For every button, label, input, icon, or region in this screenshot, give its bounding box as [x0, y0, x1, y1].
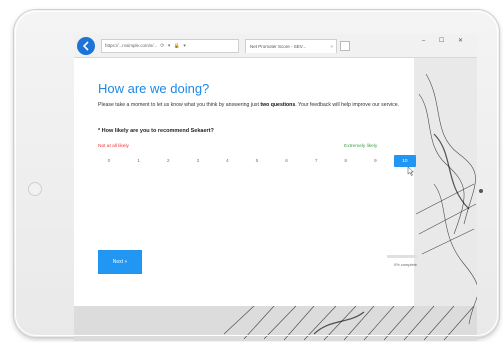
back-arrow-icon — [82, 40, 89, 51]
intro-suffix: . Your feedback will help improve our se… — [295, 102, 400, 108]
rating-option-8[interactable]: 8 — [335, 155, 357, 167]
rating-option-6[interactable]: 6 — [276, 155, 298, 167]
front-camera — [479, 189, 483, 193]
progress-track — [387, 255, 417, 258]
address-bar[interactable]: https://...rvsimple.com/s/... ⟳ ▾ 🔒 ▾ — [101, 38, 239, 53]
close-tab-icon[interactable]: × — [330, 44, 333, 49]
window-controls[interactable]: – ☐ ✕ — [422, 37, 469, 44]
intro-bold: two questions — [260, 102, 296, 108]
address-bar-icons: ⟳ ▾ 🔒 ▾ — [160, 42, 187, 49]
rating-option-7[interactable]: 7 — [305, 155, 327, 167]
rating-option-9[interactable]: 9 — [364, 155, 386, 167]
page-title: How are we doing? — [98, 81, 210, 96]
next-button[interactable]: Next » — [98, 250, 142, 274]
home-button[interactable] — [28, 182, 42, 196]
browser-tab[interactable]: Net Promoter Score - SEV... × — [245, 38, 337, 53]
back-button[interactable] — [77, 36, 95, 55]
rating-option-1[interactable]: 1 — [128, 155, 150, 167]
intro-text: Please take a moment to let us know what… — [98, 102, 408, 109]
rating-option-4[interactable]: 4 — [216, 155, 238, 167]
address-text: https://...rvsimple.com/s/... — [105, 43, 158, 48]
rating-option-0[interactable]: 0 — [98, 155, 120, 167]
question-label: * How likely are you to recommend Sekaer… — [98, 128, 214, 134]
rating-option-5[interactable]: 5 — [246, 155, 268, 167]
rating-option-3[interactable]: 3 — [187, 155, 209, 167]
rating-option-10[interactable]: 10 — [393, 155, 416, 167]
cursor-icon — [407, 167, 414, 176]
tab-title: Net Promoter Score - SEV... — [250, 43, 307, 49]
tablet-frame: https://...rvsimple.com/s/... ⟳ ▾ 🔒 ▾ Ne… — [14, 10, 499, 341]
survey-page: How are we doing? Please take a moment t… — [74, 58, 417, 306]
rating-option-2[interactable]: 2 — [157, 155, 179, 167]
intro-prefix: Please take a moment to let us know what… — [98, 102, 261, 108]
scale-label-low: Not at all likely — [98, 144, 129, 149]
progress-indicator: 0% complete — [387, 255, 417, 267]
scale-label-high: Extremely likely — [344, 144, 378, 149]
browser-toolbar: https://...rvsimple.com/s/... ⟳ ▾ 🔒 ▾ Ne… — [74, 34, 477, 58]
rating-scale: 0 1 2 3 4 5 6 7 8 9 10 — [98, 154, 416, 168]
tablet-screen: https://...rvsimple.com/s/... ⟳ ▾ 🔒 ▾ Ne… — [74, 34, 477, 341]
new-tab-button[interactable] — [340, 40, 350, 51]
progress-text: 0% complete — [393, 262, 417, 267]
